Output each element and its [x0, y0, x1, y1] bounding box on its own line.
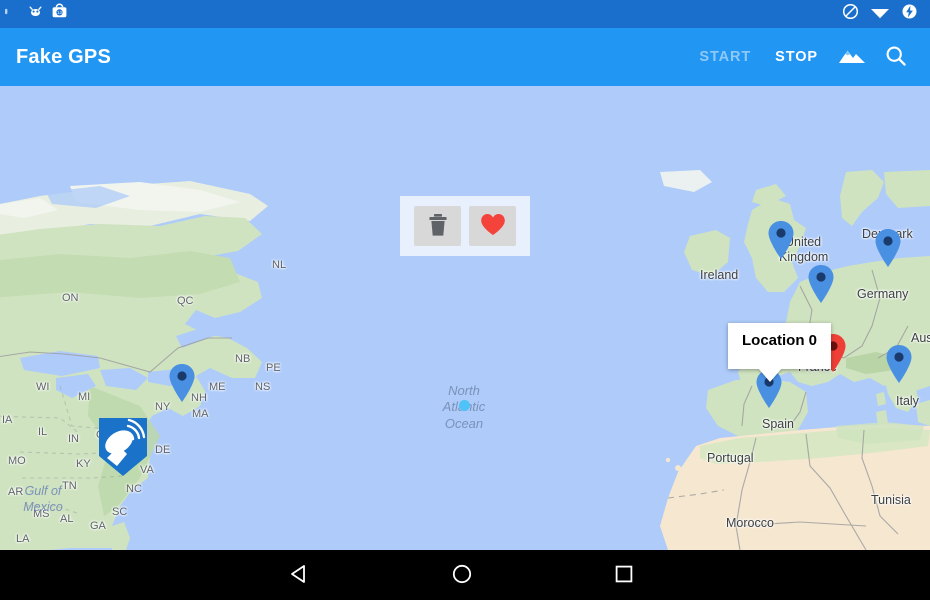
delete-button[interactable]: [414, 206, 461, 246]
stop-button[interactable]: STOP: [763, 49, 830, 65]
dev-robot-head-icon: [4, 4, 20, 25]
square-recents-icon: [614, 564, 634, 587]
search-button[interactable]: [874, 35, 918, 79]
status-bar: 13: [0, 0, 930, 28]
app-bar-actions: START STOP: [687, 35, 930, 79]
wifi-icon: [870, 4, 890, 25]
battery-charging-icon: [901, 3, 918, 25]
terrain-layer-button[interactable]: [830, 35, 874, 79]
trash-icon: [427, 212, 449, 241]
debug-bug-icon: [27, 3, 44, 25]
heart-icon: [480, 213, 506, 240]
marker-tool-panel: [400, 196, 530, 256]
screenshot-camera-icon: 13: [51, 3, 68, 25]
search-icon: [884, 44, 908, 71]
map-marker-italy[interactable]: [885, 344, 913, 384]
svg-text:13: 13: [57, 10, 62, 15]
map-canvas[interactable]: ONQCNLNBPENSMENHMANYWIMIIAILINOHMOKYDEVA…: [0, 86, 930, 550]
do-not-disturb-icon: [842, 3, 859, 25]
map-marker-uk[interactable]: [767, 220, 795, 260]
info-window[interactable]: Location 0: [728, 323, 832, 382]
triangle-back-icon: [289, 563, 311, 588]
map-marker-usa[interactable]: [168, 363, 196, 403]
circle-home-icon: [451, 563, 473, 588]
map-marker-france-north[interactable]: [807, 264, 835, 304]
status-bar-left-icons: 13: [0, 3, 68, 25]
info-window-title: Location 0: [742, 332, 818, 349]
app-screen: 13 Fake GPS START STOP ON QC NL NB PE NS…: [0, 0, 930, 600]
favorite-button[interactable]: [469, 206, 516, 246]
nav-back-button[interactable]: [270, 550, 330, 600]
start-button[interactable]: START: [687, 49, 763, 65]
mountain-terrain-icon: [838, 46, 866, 69]
app-bar: Fake GPS START STOP: [0, 28, 930, 86]
nav-recents-button[interactable]: [594, 550, 654, 600]
map-marker-germany[interactable]: [874, 228, 902, 268]
current-location-dot[interactable]: [459, 400, 470, 411]
nav-home-button[interactable]: [432, 550, 492, 600]
navigation-bar: [0, 550, 930, 600]
status-bar-right-icons: [842, 3, 930, 25]
gps-satellite-badge-icon[interactable]: [97, 416, 149, 483]
info-window-box: Location 0: [728, 323, 832, 369]
app-title: Fake GPS: [16, 45, 111, 68]
info-window-tail: [758, 368, 782, 382]
